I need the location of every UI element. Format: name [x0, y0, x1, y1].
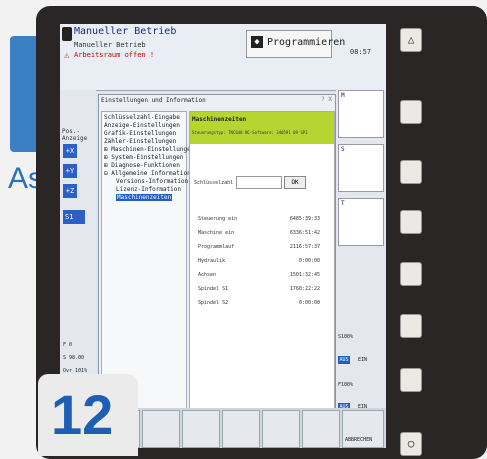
menu-subitem[interactable]: Lizenz-Information [116, 186, 181, 193]
menu-item-expandable[interactable]: ⊞ Diagnose-Funktionen [104, 162, 180, 169]
time-row-value: 0:00:00 [298, 258, 320, 264]
menu-item-expandable[interactable]: ⊞ System-Einstellungen [104, 154, 183, 161]
feed-status: F 0 [63, 342, 73, 348]
dialog-title: Einstellungen und Information [101, 97, 206, 104]
time-row-label: Spindel S1 [198, 286, 229, 292]
menu-item[interactable]: Zähler-Einstellungen [104, 138, 176, 145]
time-row-label: Steuerung ein [198, 216, 238, 222]
mode-subtitle: Manueller Betrieb [74, 41, 146, 49]
time-row-label: Hydraulik [198, 258, 226, 264]
programming-mode-button[interactable]: ◆ Programmieren [246, 30, 345, 58]
menu-item[interactable]: Anzeige-Einstellungen [104, 122, 180, 129]
time-row-value: 1760:22:22 [289, 286, 320, 292]
m-label: M [341, 92, 345, 99]
status-header: Manueller Betrieb Manueller Betrieb ⚠ Ar… [60, 24, 386, 91]
time-row-label: Maschine ein [198, 230, 235, 236]
time-row-value: 6485:39:33 [289, 216, 320, 222]
spindle-indicator: S1 [63, 210, 85, 224]
s-label: S [341, 146, 345, 153]
menu-item[interactable]: Schlüsselzahl-Eingabe [104, 114, 180, 121]
t-label: T [341, 200, 345, 207]
menu-item-expanded[interactable]: ⊟ Allgemeine Information [104, 170, 191, 177]
softkey[interactable] [222, 410, 260, 448]
softkey[interactable] [262, 410, 300, 448]
triangle-up-icon: △ [407, 33, 415, 46]
panel-header: Maschinenzeiten Steuerungstyp: TNC640 NC… [190, 112, 334, 144]
menu-subitem[interactable]: Versions-Information [116, 178, 188, 185]
programming-label: Programmieren [267, 37, 346, 48]
alarm-message[interactable]: Arbeitsraum offen ! [74, 51, 154, 59]
time-row-label: Programmlauf [198, 244, 235, 250]
hardware-side-button[interactable] [400, 100, 422, 124]
t-function-box[interactable]: T [338, 198, 384, 246]
dialog-close-icon[interactable]: ? X [321, 96, 332, 103]
s-function-box[interactable]: S [338, 144, 384, 192]
time-row-value: 2116:57:37 [289, 244, 320, 250]
cancel-softkey[interactable]: ABBRECHEN [342, 410, 384, 448]
hardware-side-button[interactable] [400, 314, 422, 338]
warning-icon: ⚠ [64, 51, 70, 61]
softkey[interactable] [182, 410, 220, 448]
spindle-override-label: S100% [338, 334, 354, 340]
menu-item-label: Allgemeine Information [111, 170, 191, 177]
spindle-status: S 98.00 [63, 355, 85, 361]
feed-override-label: F100% [338, 382, 354, 388]
hardware-side-button[interactable] [400, 210, 422, 234]
hardware-next-button[interactable]: ○ [400, 432, 422, 456]
ok-button[interactable]: OK [284, 176, 306, 189]
softkey[interactable] [142, 410, 180, 448]
time-row-value: 0:00:00 [298, 300, 320, 306]
machine-times-panel: Maschinenzeiten Steuerungstyp: TNC640 NC… [189, 111, 335, 447]
password-input[interactable] [236, 176, 282, 189]
time-row-value: 1501:32:45 [289, 272, 320, 278]
ein-indicator[interactable]: EIN [358, 357, 367, 363]
status-panel-right: M S T S100% AUS EIN F100% AUS EIN [336, 90, 386, 411]
menu-item-label: Maschinen-Einstellungen [111, 146, 195, 153]
position-display-label: Pos.-Anzeige [62, 128, 88, 142]
password-label: Schlüsselzahl [194, 180, 234, 186]
time-row-label: Achsen [198, 272, 217, 278]
axis-y-button[interactable]: +Y [63, 164, 77, 178]
softkey[interactable] [302, 410, 340, 448]
m-function-box[interactable]: M [338, 90, 384, 138]
manual-mode-icon [62, 27, 72, 41]
step-number: 12 [51, 383, 114, 446]
clock: 08:57 [350, 48, 372, 56]
panel-title: Maschinenzeiten [192, 116, 247, 123]
hardware-side-button[interactable] [400, 160, 422, 184]
menu-item-expandable[interactable]: ⊞ Maschinen-Einstellungen [104, 146, 194, 153]
panel-subtitle: Steuerungstyp: TNC640 NC-Software: 34059… [192, 130, 308, 135]
axis-z-button[interactable]: +Z [63, 184, 77, 198]
aus-indicator[interactable]: AUS [338, 356, 350, 364]
programming-icon: ◆ [251, 36, 263, 48]
menu-item-label: System-Einstellungen [111, 154, 184, 161]
menu-item[interactable]: Grafik-Einstellungen [104, 130, 176, 137]
cancel-label: ABBRECHEN [345, 437, 373, 443]
hardware-up-button[interactable]: △ [400, 28, 422, 52]
menu-item-label: Diagnose-Funktionen [111, 162, 180, 169]
time-row-value: 6336:51:42 [289, 230, 320, 236]
hardware-side-button[interactable] [400, 368, 422, 392]
time-row-label: Spindel S2 [198, 300, 229, 306]
menu-subitem-selected[interactable]: Maschinenzeiten [116, 194, 173, 201]
step-badge: 12 [38, 374, 138, 456]
axis-x-button[interactable]: +X [63, 144, 77, 158]
circle-icon: ○ [407, 437, 415, 450]
hardware-side-button[interactable] [400, 262, 422, 286]
mode-title: Manueller Betrieb [74, 26, 177, 37]
